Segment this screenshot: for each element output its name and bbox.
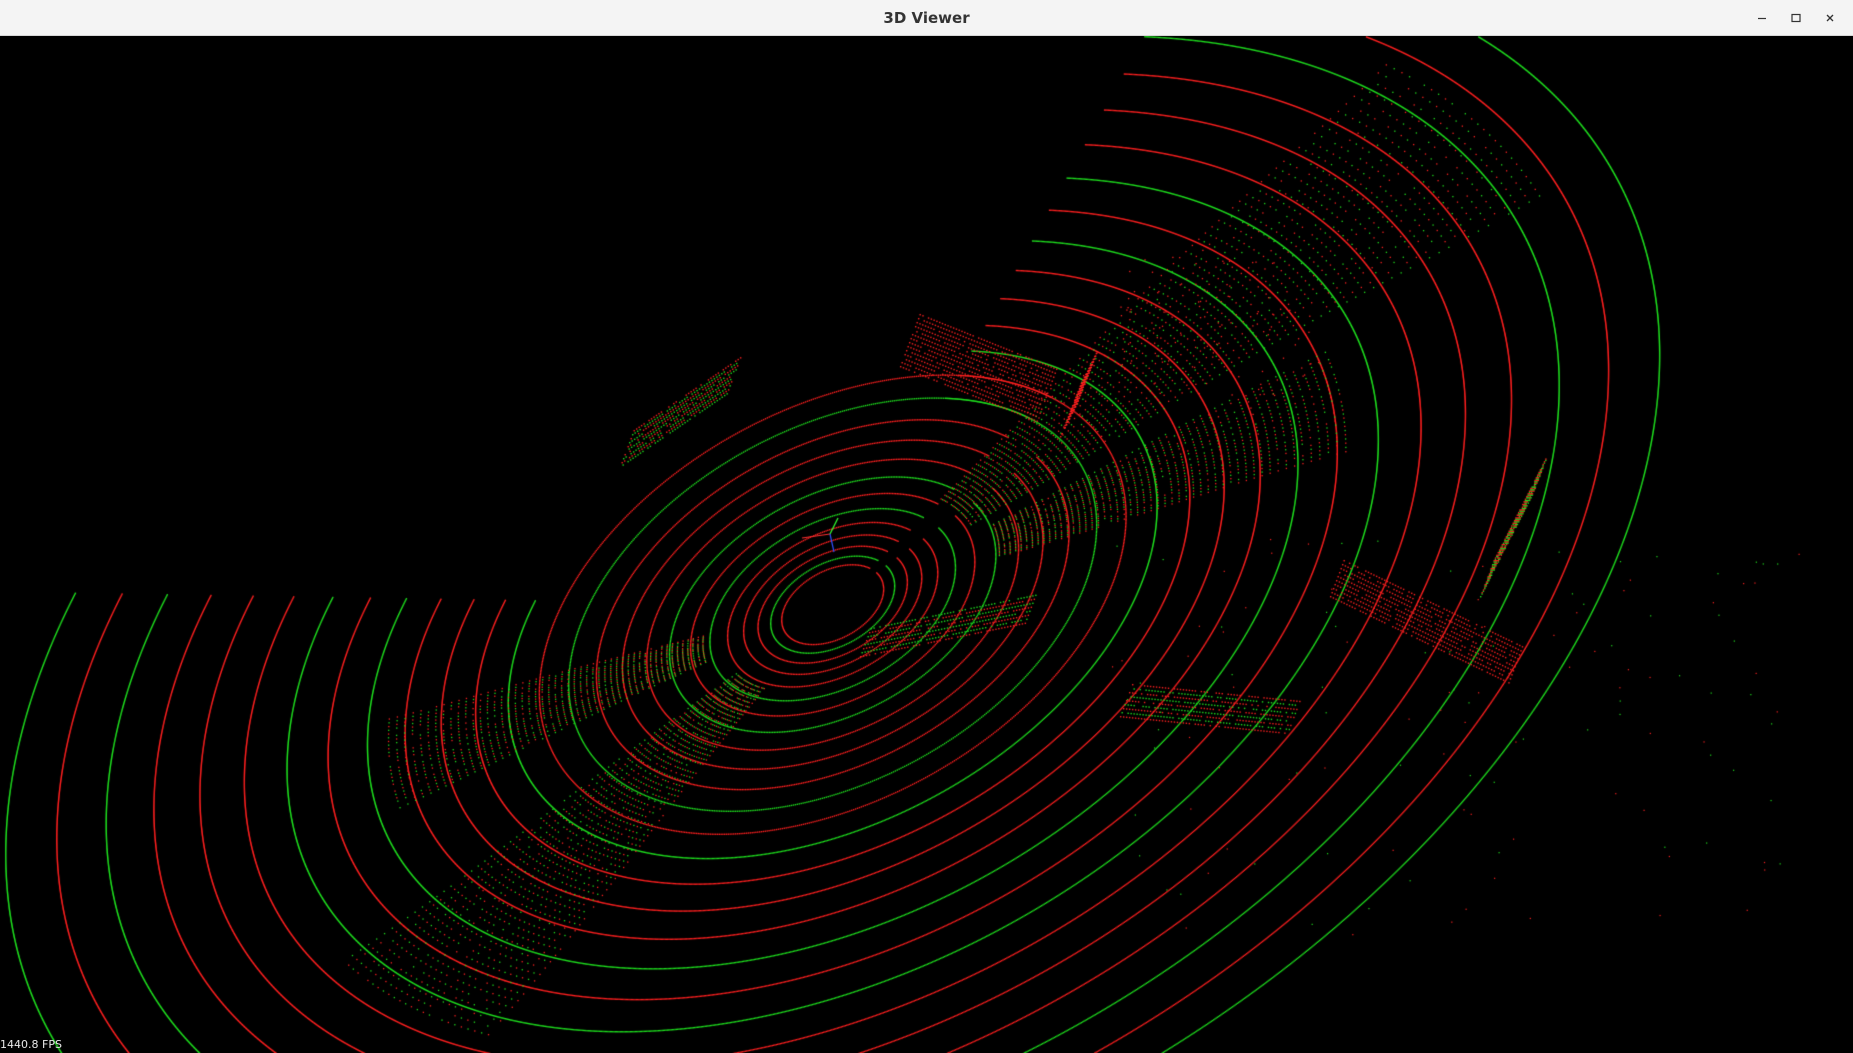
title-bar[interactable]: 3D Viewer — [0, 0, 1853, 36]
close-button[interactable] — [1813, 1, 1847, 35]
point-cloud-canvas[interactable] — [0, 36, 1853, 1053]
3d-viewport[interactable]: 1440.8 FPS — [0, 36, 1853, 1053]
viewer-window: 3D Viewer 1440.8 FPS — [0, 0, 1853, 1053]
window-title: 3D Viewer — [883, 9, 970, 27]
minimize-button[interactable] — [1745, 1, 1779, 35]
fps-counter: 1440.8 FPS — [0, 1038, 62, 1051]
maximize-button[interactable] — [1779, 1, 1813, 35]
window-controls — [1745, 0, 1847, 36]
close-icon — [1824, 12, 1836, 24]
maximize-icon — [1790, 12, 1802, 24]
minimize-icon — [1756, 12, 1768, 24]
